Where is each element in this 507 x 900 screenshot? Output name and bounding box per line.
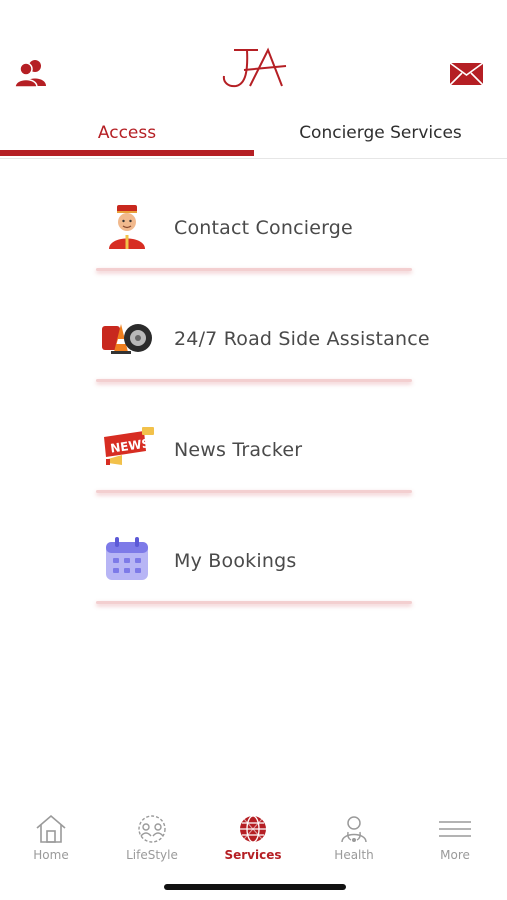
nav-more[interactable]: More — [415, 806, 495, 862]
roadside-icon — [102, 314, 152, 360]
menu-item-label: 24/7 Road Side Assistance — [174, 328, 430, 350]
active-tab-indicator — [0, 150, 254, 156]
news-icon: NEWS — [102, 425, 154, 471]
divider — [96, 601, 412, 604]
lifestyle-icon — [138, 815, 166, 843]
nav-label: More — [440, 848, 470, 862]
health-icon — [341, 816, 367, 843]
bottom-navigation: Home LifeStyle Services Health More — [0, 806, 507, 866]
globe-icon — [240, 815, 266, 843]
menu-item-label: News Tracker — [174, 439, 303, 461]
nav-lifestyle[interactable]: LifeStyle — [112, 806, 192, 862]
calendar-icon — [102, 536, 152, 582]
nav-label: Health — [334, 848, 374, 862]
menu-icon — [439, 821, 471, 837]
menu-item-news-tracker[interactable]: NEWS News Tracker — [96, 409, 412, 493]
menu-item-roadside-assistance[interactable]: 24/7 Road Side Assistance — [96, 298, 430, 382]
menu-item-label: My Bookings — [174, 550, 297, 572]
menu-item-my-bookings[interactable]: My Bookings — [96, 520, 412, 604]
profile-icon[interactable] — [14, 58, 48, 88]
mail-icon[interactable] — [449, 62, 484, 86]
tab-concierge-services[interactable]: Concierge Services — [254, 110, 507, 156]
brand-logo — [220, 44, 290, 92]
divider — [96, 490, 412, 493]
nav-home[interactable]: Home — [11, 806, 91, 862]
divider — [96, 379, 412, 382]
nav-health[interactable]: Health — [314, 806, 394, 862]
nav-label: Home — [33, 848, 69, 862]
home-icon — [36, 814, 66, 843]
divider — [96, 268, 412, 271]
menu-item-contact-concierge[interactable]: Contact Concierge — [96, 187, 412, 271]
nav-services[interactable]: Services — [213, 806, 293, 862]
nav-label: Services — [224, 848, 282, 862]
home-indicator[interactable] — [164, 884, 346, 890]
concierge-icon — [102, 203, 152, 249]
menu-item-label: Contact Concierge — [174, 217, 353, 239]
nav-label: LifeStyle — [126, 848, 178, 862]
app-header — [0, 0, 507, 110]
